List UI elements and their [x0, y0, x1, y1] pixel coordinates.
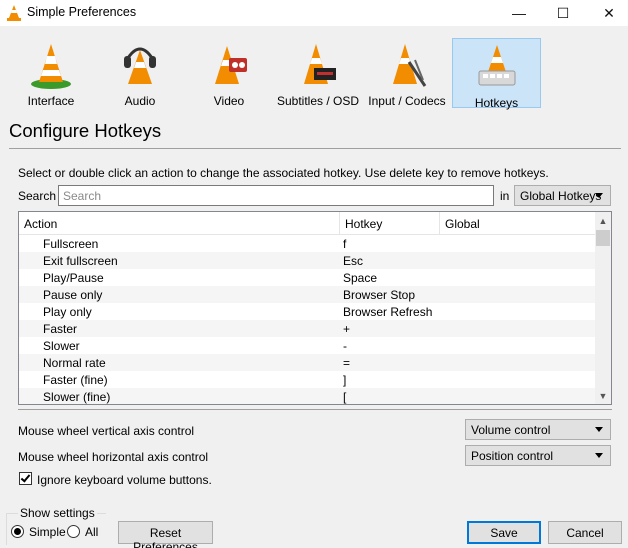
action-cell: Play/Pause — [43, 271, 104, 285]
checkmark-icon — [20, 472, 31, 483]
save-button[interactable]: Save — [467, 521, 541, 544]
radio-selected-dot — [14, 528, 21, 535]
chevron-down-icon — [595, 193, 603, 198]
page-title: Configure Hotkeys — [9, 120, 162, 141]
table-row[interactable]: Slower - — [19, 337, 595, 354]
action-cell: Play only — [43, 305, 92, 319]
action-cell: Slower — [43, 339, 80, 353]
ignore-volume-checkbox[interactable] — [19, 472, 32, 485]
vlc-cone-icon — [6, 4, 22, 22]
maximize-button[interactable]: ☐ — [540, 0, 586, 26]
close-button[interactable]: ✕ — [586, 0, 628, 26]
hotkey-cell: Browser Refresh — [343, 305, 433, 319]
action-cell: Slower (fine) — [43, 390, 111, 404]
divider — [18, 409, 612, 410]
hotkey-scope-value: Global Hotkeys — [520, 189, 602, 203]
divider — [9, 148, 621, 149]
action-cell: Faster — [43, 322, 78, 336]
table-header: Action Hotkey Global — [19, 212, 595, 235]
category-label: Video — [213, 94, 245, 108]
cancel-button[interactable]: Cancel — [548, 521, 622, 544]
hotkeys-table[interactable]: Action Hotkey Global Fullscreen f Exit f… — [18, 211, 612, 405]
mouse-wheel-vertical-label: Mouse wheel vertical axis control — [18, 424, 195, 438]
search-label: Search — [18, 189, 57, 203]
table-row[interactable]: Exit fullscreen Esc — [19, 252, 595, 269]
all-radio-label[interactable]: All — [85, 525, 98, 539]
column-header-global[interactable]: Global — [440, 212, 595, 235]
category-subtitles-osd[interactable]: Subtitles / OSD — [274, 36, 362, 108]
hotkey-scope-select[interactable]: Global Hotkeys — [514, 185, 611, 206]
simple-radio[interactable] — [11, 525, 24, 538]
category-input-codecs[interactable]: Input / Codecs — [363, 36, 451, 108]
action-cell: Faster (fine) — [43, 373, 108, 387]
table-row[interactable]: Pause only Browser Stop — [19, 286, 595, 303]
category-interface[interactable]: Interface — [7, 36, 95, 108]
table-row[interactable]: Fullscreen f — [19, 235, 595, 252]
hotkeys-icon — [478, 45, 516, 86]
action-cell: Normal rate — [43, 356, 106, 370]
input-codecs-icon — [393, 44, 427, 87]
mouse-wheel-horizontal-label: Mouse wheel horizontal axis control — [18, 450, 209, 464]
hotkey-cell: [ — [343, 390, 347, 404]
reset-preferences-button[interactable]: Reset Preferences — [118, 521, 213, 548]
category-label: Interface — [27, 94, 75, 108]
category-label: Input / Codecs — [368, 94, 446, 108]
mouse-wheel-vertical-select[interactable]: Volume control — [465, 419, 611, 440]
show-settings-title: Show settings — [18, 506, 97, 520]
hotkey-cell: = — [343, 356, 351, 370]
category-label: Hotkeys — [474, 96, 519, 110]
scroll-down-icon[interactable]: ▼ — [595, 387, 611, 404]
hotkey-cell: - — [343, 339, 347, 353]
table-row[interactable]: Normal rate = — [19, 354, 595, 371]
column-header-action[interactable]: Action — [19, 212, 340, 235]
category-video[interactable]: Video — [185, 36, 273, 108]
hotkey-cell: Esc — [343, 254, 364, 268]
ignore-volume-label[interactable]: Ignore keyboard volume buttons. — [37, 473, 212, 487]
chevron-down-icon — [595, 427, 603, 432]
action-cell: Fullscreen — [43, 237, 99, 251]
instructions-text: Select or double click an action to chan… — [18, 166, 549, 180]
mouse-wheel-vertical-value: Volume control — [471, 423, 551, 437]
interface-icon — [31, 44, 71, 89]
table-row[interactable]: Play/Pause Space — [19, 269, 595, 286]
simple-radio-label[interactable]: Simple — [29, 525, 66, 539]
category-audio[interactable]: Audio — [96, 36, 184, 108]
hotkey-cell: + — [343, 322, 351, 336]
hotkey-cell: Space — [343, 271, 378, 285]
audio-icon — [124, 47, 156, 84]
hotkey-cell: f — [343, 237, 347, 251]
table-row[interactable]: Faster + — [19, 320, 595, 337]
window-title: Simple Preferences — [27, 5, 137, 19]
search-input[interactable] — [58, 185, 494, 206]
all-radio[interactable] — [67, 525, 80, 538]
vertical-scrollbar[interactable]: ▲ ▼ — [595, 212, 611, 404]
table-row[interactable]: Play only Browser Refresh — [19, 303, 595, 320]
action-cell: Pause only — [43, 288, 103, 302]
mouse-wheel-horizontal-select[interactable]: Position control — [465, 445, 611, 466]
in-label: in — [500, 189, 510, 203]
table-row[interactable]: Slower (fine) [ — [19, 388, 595, 404]
table-row[interactable]: Faster (fine) ] — [19, 371, 595, 388]
column-header-hotkey[interactable]: Hotkey — [340, 212, 440, 235]
chevron-down-icon — [595, 453, 603, 458]
category-label: Subtitles / OSD — [276, 94, 360, 108]
video-icon — [215, 46, 247, 84]
subtitles-icon — [304, 44, 336, 84]
scroll-up-icon[interactable]: ▲ — [595, 212, 611, 229]
mouse-wheel-horizontal-value: Position control — [471, 449, 554, 463]
hotkey-cell: ] — [343, 373, 347, 387]
scrollbar-thumb[interactable] — [596, 230, 610, 246]
category-hotkeys[interactable]: Hotkeys — [452, 38, 541, 110]
minimize-button[interactable]: — — [496, 0, 542, 26]
category-label: Audio — [124, 94, 156, 108]
hotkey-cell: Browser Stop — [343, 288, 416, 302]
action-cell: Exit fullscreen — [43, 254, 118, 268]
